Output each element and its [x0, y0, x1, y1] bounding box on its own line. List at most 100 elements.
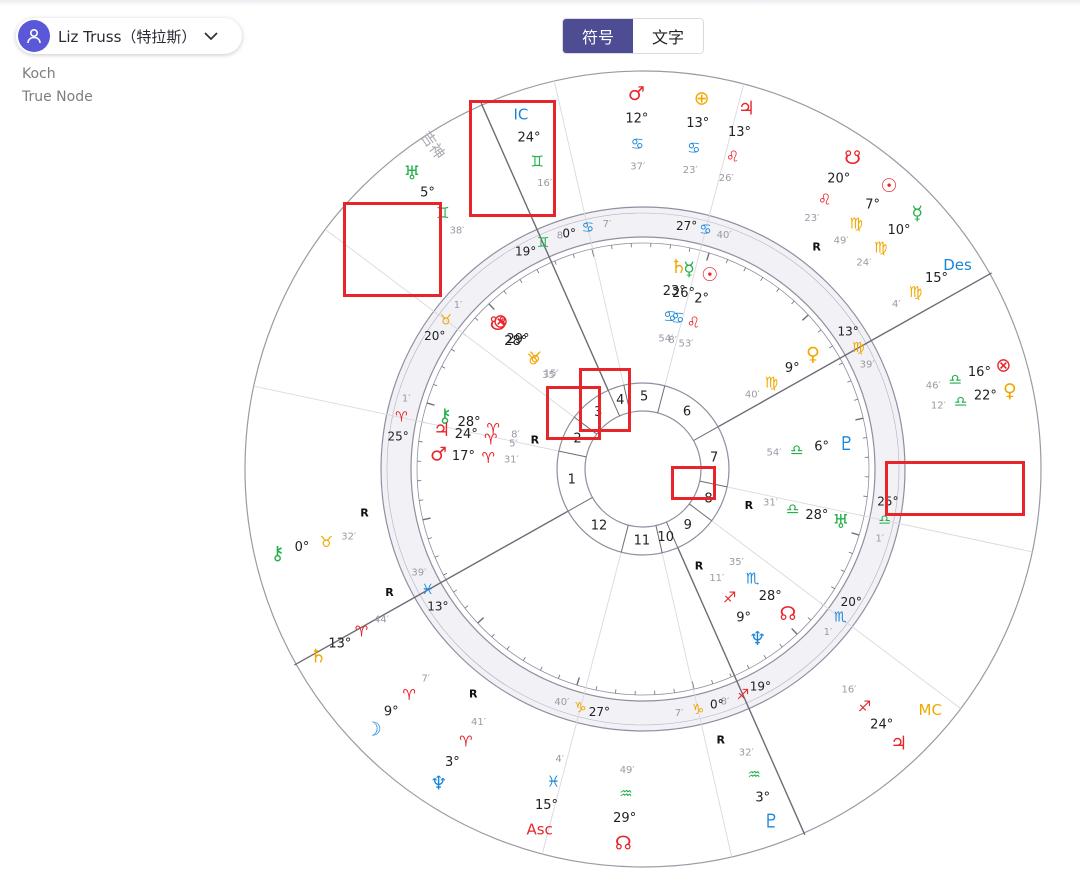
outer-planet-sign: ♒: [747, 765, 760, 783]
inner-planet-glyph: ☋: [490, 313, 507, 335]
inner-planet-minute: 5′: [509, 438, 518, 449]
outer-planet-glyph: ♃: [738, 98, 755, 120]
cusp-sign-glyph: ♈: [395, 410, 408, 426]
degree-tick: [611, 245, 613, 250]
outer-planet-glyph: ☿: [911, 202, 923, 224]
outer-planet-minute: 26′: [719, 173, 735, 184]
cusp-minute-label: 7′: [675, 708, 684, 719]
cusp-sign-glyph: ♋: [582, 220, 595, 236]
outer-planet-degree: 13°: [728, 125, 751, 140]
cusp-minute-label: 40′: [554, 697, 570, 708]
cusp-sign-glyph: ♓: [421, 582, 434, 598]
outer-planet-sign: ♍: [849, 215, 862, 233]
house-number: 11: [634, 533, 651, 548]
outer-planet-minute: 41′: [471, 717, 487, 728]
cusp-minute-label: 1′: [824, 627, 833, 638]
outer-planet-minute: 32′: [341, 531, 357, 542]
outer-planet-degree: 10°: [887, 223, 910, 238]
cusp-sign-glyph: ♍: [852, 340, 865, 356]
outer-planet-sign: ♐: [858, 698, 871, 716]
outer-planet-sign: ♍: [874, 238, 887, 256]
outer-planet-glyph: ⚷: [271, 542, 285, 564]
inner-planet-glyph: ♆: [749, 628, 766, 650]
cusp-degree-label: 25°: [877, 494, 898, 508]
outer-planet-degree: 12°: [625, 112, 648, 127]
outer-planet-degree: 5°: [420, 186, 435, 201]
outer-planet-sign: ♊: [436, 204, 449, 222]
cusp-minute-label: 1′: [875, 534, 884, 545]
outer-planet-sign: ♋: [631, 135, 644, 153]
outer-planet-sign: ♒: [619, 785, 632, 803]
cusp-degree-label: 27°: [676, 219, 697, 233]
outer-planet-minute: 4′: [555, 754, 564, 765]
degree-tick: [862, 437, 867, 439]
inner-planet-sign: ♌: [687, 313, 700, 331]
inner-planet-sign: ♎: [790, 441, 803, 459]
outer-planet-glyph: ♆: [430, 773, 447, 795]
cusp-degree-label: 25°: [387, 430, 408, 444]
inner-planet-retrograde: R: [695, 559, 704, 572]
house-number: 4: [616, 393, 624, 408]
outer-planet-sign: ♌: [818, 191, 831, 209]
cusp-degree-label: 20°: [841, 595, 862, 609]
outer-planet-glyph: IC: [513, 105, 528, 123]
outer-planet-degree: 29°: [613, 811, 636, 826]
outer-planet-glyph: ♇: [763, 810, 780, 832]
inner-planet-glyph: ♇: [838, 433, 855, 455]
cusp-sign-glyph: ♉: [439, 312, 452, 328]
inner-planet-sign: ♏: [746, 570, 760, 588]
house-number: 5: [640, 390, 648, 405]
house-number: 12: [591, 519, 608, 534]
inner-planet-glyph: ☉: [701, 264, 718, 286]
inner-planet-degree: 28°: [805, 508, 828, 523]
outer-planet-degree: 7°: [865, 197, 880, 212]
inner-planet-glyph: ♀: [806, 343, 820, 365]
cusp-sign-glyph: ♎: [878, 512, 891, 528]
inner-planet-sign: ♎: [786, 500, 799, 518]
cusp-sign-glyph: ♊: [537, 235, 550, 251]
outer-planet-degree: 13°: [686, 116, 709, 131]
cusp-degree-label: 19°: [750, 679, 771, 693]
inner-planet-degree: 28°: [759, 589, 782, 604]
cusp-sign-glyph: ♑: [692, 702, 705, 718]
cusp-minute-label: 7′: [603, 219, 612, 230]
cusp-sign-glyph: ♐: [737, 687, 750, 703]
outer-planet-glyph: ♂: [628, 83, 645, 105]
outer-planet-retrograde: R: [360, 507, 369, 520]
outer-planet-glyph: MC: [919, 701, 942, 719]
outer-planet-minute: 7′: [421, 673, 430, 684]
outer-planet-minute: 16′: [537, 178, 553, 189]
outer-planet-sign: ♎: [949, 370, 962, 388]
outer-planet-glyph: ♃: [890, 732, 907, 754]
outer-planet-minute: 32′: [739, 747, 755, 758]
inner-planet-degree: 24°: [455, 427, 478, 442]
outer-planet-sign: ♓: [547, 772, 560, 790]
outer-planet-retrograde: R: [469, 688, 478, 701]
outer-planet-glyph: ♄: [310, 646, 327, 668]
outer-planet-degree: 0°: [295, 540, 310, 555]
inner-planet-minute: 11′: [709, 573, 725, 584]
inner-planet-minute: 35′: [729, 557, 745, 568]
inner-planet-sign: ♉: [527, 350, 540, 368]
outer-planet-retrograde: R: [716, 734, 725, 747]
house-number: 6: [683, 404, 691, 419]
outer-planet-glyph: Asc: [526, 820, 552, 838]
outer-planet-glyph: ☉: [880, 175, 897, 197]
outer-planet-minute: 23′: [804, 213, 820, 224]
inner-planet-minute: 31′: [763, 498, 779, 509]
outer-planet-glyph: ☊: [615, 832, 632, 854]
side-caption: 吉神: [417, 128, 449, 163]
outer-planet-sign: ♋: [687, 139, 700, 157]
inner-planet-degree: 28°: [504, 334, 527, 349]
inner-planet-degree: 6°: [814, 440, 829, 455]
cusp-minute-label: 40′: [717, 230, 733, 241]
cusp-minute-label: 39′: [860, 360, 876, 371]
inner-planet-glyph: ♅: [832, 511, 849, 533]
outer-planet-minute: 44′: [374, 615, 390, 626]
outer-planet-glyph: ♀: [1003, 380, 1017, 402]
inner-planet-retrograde: R: [531, 434, 540, 447]
outer-planet-sign: ♈: [402, 686, 415, 704]
outer-planet-degree: 16°: [968, 365, 991, 380]
inner-planet-degree: 9°: [736, 611, 751, 626]
outer-planet-minute: 16′: [841, 684, 857, 695]
